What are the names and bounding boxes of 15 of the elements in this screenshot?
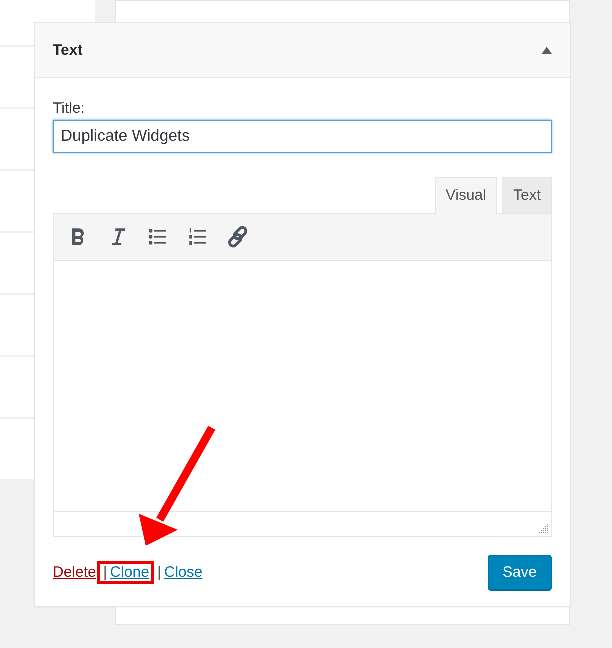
widget-header[interactable]: Text	[35, 23, 570, 78]
separator: |	[156, 564, 162, 581]
title-field[interactable]: Duplicate Widgets	[53, 120, 552, 153]
editor-tab[interactable]: Visual	[434, 177, 498, 214]
widget-title: Text	[53, 42, 83, 58]
link[interactable]: Clone	[110, 564, 150, 581]
save-button[interactable]: Save	[488, 555, 552, 590]
field-label: Title:	[53, 100, 86, 117]
editor-tab[interactable]: Text	[502, 177, 552, 213]
link-icon[interactable]	[226, 225, 250, 249]
separator: |	[102, 564, 108, 581]
collapse-icon[interactable]	[542, 46, 552, 54]
link[interactable]: Close	[164, 564, 203, 581]
resize-grip-icon[interactable]	[538, 523, 549, 534]
delete-link[interactable]: Delete	[53, 564, 96, 581]
